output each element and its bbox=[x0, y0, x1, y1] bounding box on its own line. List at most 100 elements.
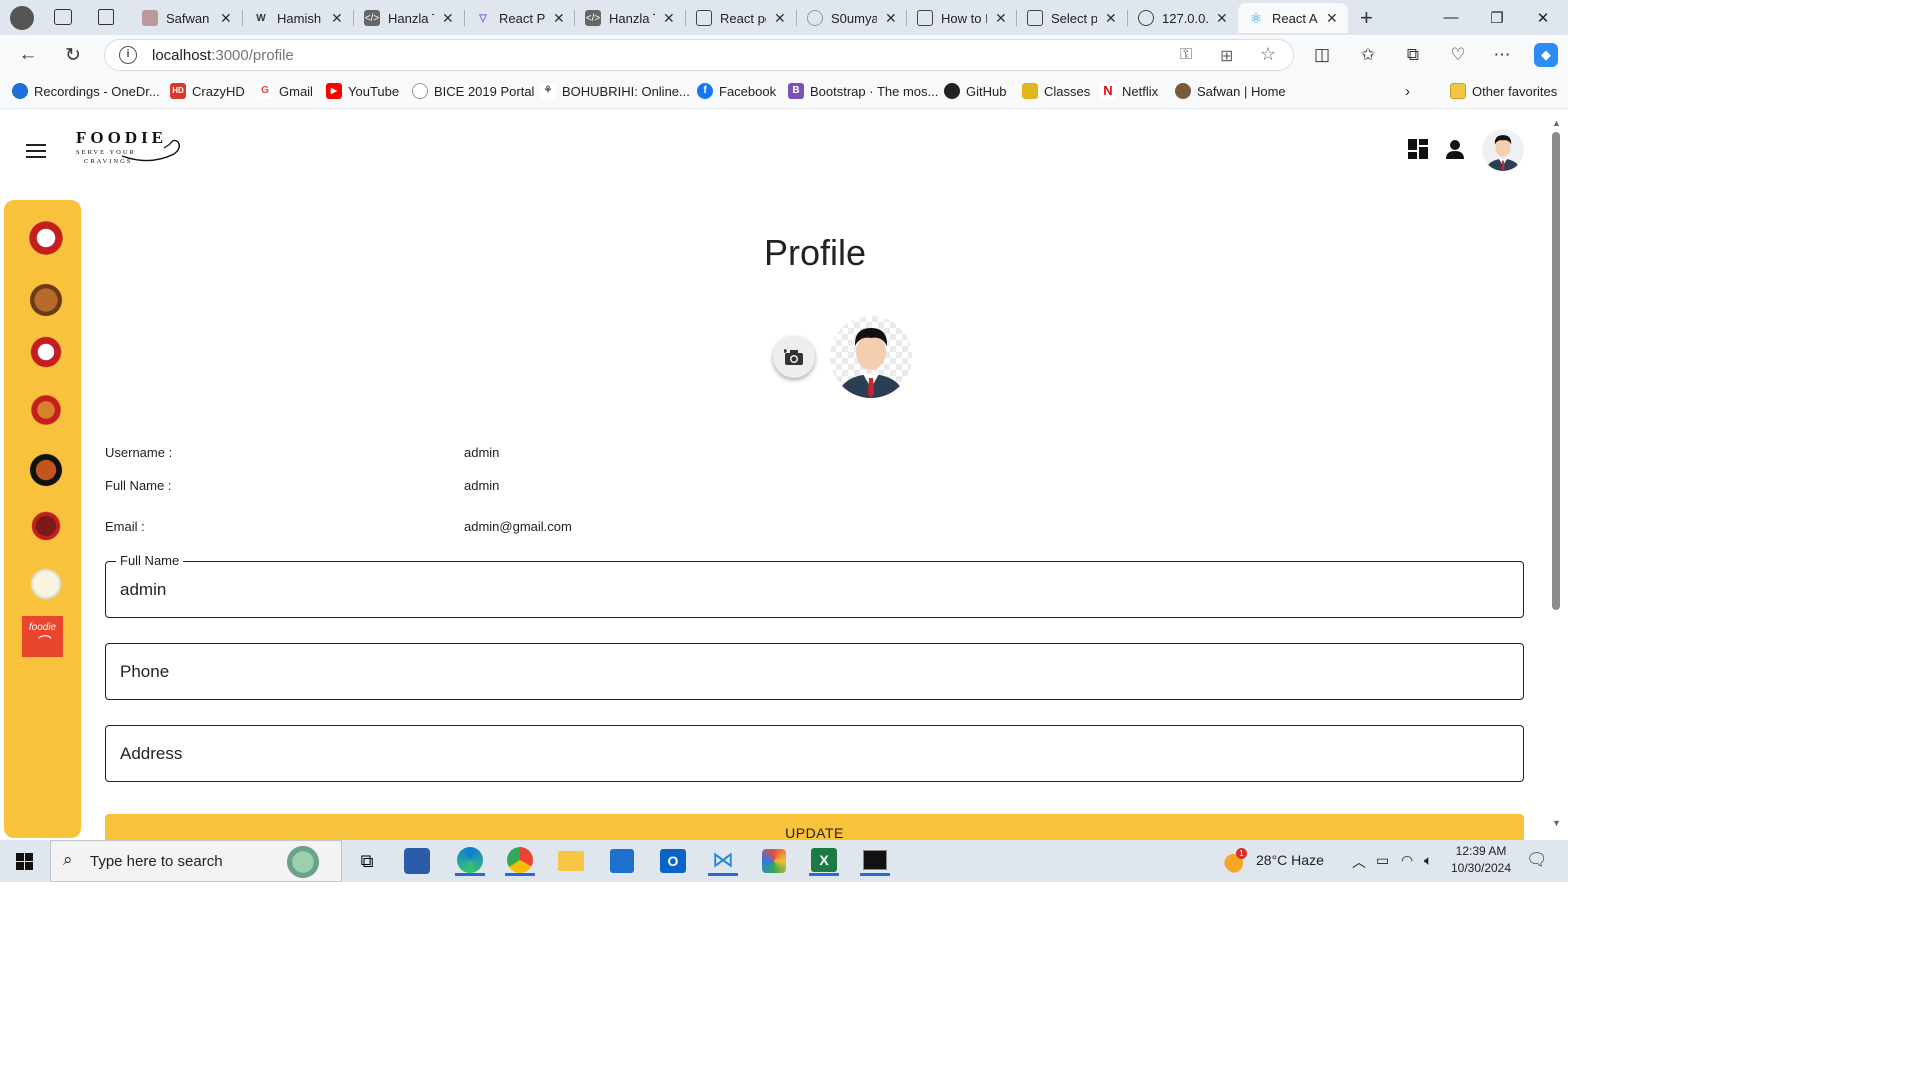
bookmark-classes[interactable]: Classes bbox=[1022, 83, 1090, 99]
system-clock[interactable]: 12:39 AM 10/30/2024 bbox=[1450, 844, 1512, 875]
tab-actions-icon[interactable] bbox=[98, 9, 114, 25]
full-name-field[interactable]: Full Name admin bbox=[105, 553, 1524, 618]
bookmark-bootstrap[interactable]: B Bootstrap · The mos... bbox=[788, 83, 938, 99]
chevron-right-icon[interactable]: › bbox=[1405, 83, 1410, 100]
change-photo-button[interactable] bbox=[773, 336, 815, 378]
close-icon[interactable]: ✕ bbox=[553, 10, 565, 27]
close-icon[interactable]: ✕ bbox=[1216, 10, 1228, 27]
foodie-badge[interactable]: foodie ⌒ bbox=[22, 616, 63, 657]
vscode-icon[interactable]: ⋈ bbox=[708, 846, 738, 876]
close-icon[interactable]: ✕ bbox=[331, 10, 343, 27]
tab-10-active[interactable]: ⚛React Ap✕ bbox=[1238, 3, 1348, 33]
address-field[interactable]: Address bbox=[105, 725, 1524, 782]
bookmark-bohubrihi[interactable]: ⚘ BOHUBRIHI: Online... bbox=[540, 83, 690, 99]
close-icon[interactable]: ✕ bbox=[220, 10, 232, 27]
tab-2[interactable]: </>Hanzla T✕ bbox=[354, 3, 454, 33]
app-icon-1[interactable] bbox=[404, 848, 430, 874]
terminal-icon[interactable] bbox=[860, 846, 890, 876]
browser-essentials-icon[interactable]: ♡ bbox=[1446, 43, 1470, 67]
address-input-placeholder[interactable]: Address bbox=[120, 744, 182, 764]
burger-icon[interactable] bbox=[26, 280, 66, 320]
scroll-down-icon[interactable]: ▼ bbox=[1552, 818, 1561, 828]
close-window-icon[interactable]: ✕ bbox=[1520, 0, 1566, 35]
chicken-box-icon[interactable] bbox=[26, 332, 66, 372]
back-icon[interactable]: ← bbox=[12, 39, 44, 71]
favorites-icon[interactable]: ✩ bbox=[1356, 43, 1380, 67]
site-info-icon[interactable]: i bbox=[119, 46, 137, 64]
restore-icon[interactable]: ❐ bbox=[1474, 0, 1520, 35]
workspaces-icon[interactable] bbox=[54, 9, 72, 25]
weather-text[interactable]: 28°C Haze bbox=[1256, 852, 1324, 868]
update-button[interactable]: UPDATE bbox=[105, 814, 1524, 840]
full-name-input-value[interactable]: admin bbox=[120, 580, 166, 600]
bookmark-netflix[interactable]: N Netflix bbox=[1100, 83, 1158, 99]
bookmark-onedrive[interactable]: Recordings - OneDr... bbox=[12, 83, 160, 99]
close-icon[interactable]: ✕ bbox=[663, 10, 675, 27]
key-icon[interactable]: ⚿ bbox=[1180, 46, 1192, 64]
page-scrollbar[interactable]: ▲ ▼ bbox=[1548, 110, 1568, 840]
new-tab-icon[interactable]: + bbox=[1360, 5, 1373, 31]
volume-icon[interactable]: 🔈︎ bbox=[1424, 852, 1432, 869]
bookmark-gmail[interactable]: G Gmail bbox=[257, 83, 313, 99]
hamburger-menu-icon[interactable] bbox=[26, 144, 46, 158]
bookmark-safwan[interactable]: Safwan | Home bbox=[1175, 83, 1286, 99]
split-screen-icon[interactable]: ◫ bbox=[1310, 43, 1334, 67]
close-icon[interactable]: ✕ bbox=[885, 10, 897, 27]
excel-icon[interactable]: X bbox=[809, 846, 839, 876]
tab-9[interactable]: 127.0.0.1✕ bbox=[1128, 3, 1228, 33]
foodie-logo[interactable]: FOODIE SERVE YOUR CRAVINGS bbox=[76, 128, 186, 170]
other-favorites[interactable]: Other favorites bbox=[1450, 83, 1557, 99]
url-text[interactable]: localhost:3000/profile bbox=[152, 47, 294, 64]
refresh-icon[interactable]: ↻ bbox=[57, 39, 89, 71]
copilot-icon[interactable]: ◆ bbox=[1534, 43, 1558, 67]
chevron-up-icon[interactable]: ︿ bbox=[1352, 852, 1366, 872]
close-icon[interactable]: ✕ bbox=[774, 10, 786, 27]
tab-4[interactable]: </>Hanzla T✕ bbox=[575, 3, 675, 33]
drink-cup-icon[interactable] bbox=[26, 506, 66, 546]
scrollbar-thumb[interactable] bbox=[1552, 132, 1560, 610]
taskbar-search[interactable]: ⌕ Type here to search bbox=[50, 840, 342, 882]
minimize-icon[interactable]: — bbox=[1428, 0, 1474, 35]
bookmark-youtube[interactable]: ▶ YouTube bbox=[326, 83, 399, 99]
rice-bowl-icon[interactable] bbox=[26, 450, 66, 490]
battery-icon[interactable]: ▭ bbox=[1376, 852, 1389, 869]
collections-icon[interactable]: ⧉ bbox=[1401, 43, 1425, 67]
dessert-bowl-icon[interactable] bbox=[26, 564, 66, 604]
tab-3[interactable]: ▽React Po✕ bbox=[465, 3, 565, 33]
address-bar[interactable]: i localhost:3000/profile ⚿ ⊞ ☆ bbox=[104, 39, 1294, 71]
close-icon[interactable]: ✕ bbox=[442, 10, 454, 27]
more-menu-icon[interactable]: ⋯ bbox=[1490, 43, 1514, 67]
phone-field[interactable]: Phone bbox=[105, 643, 1524, 700]
tab-5[interactable]: React po✕ bbox=[686, 3, 786, 33]
close-icon[interactable]: ✕ bbox=[1105, 10, 1117, 27]
apps-icon[interactable]: ⊞ bbox=[1220, 46, 1233, 66]
file-explorer-icon[interactable] bbox=[556, 846, 586, 876]
notifications-icon[interactable]: 🗨︎ bbox=[1526, 850, 1548, 870]
tab-0[interactable]: Safwan | ✕ bbox=[132, 3, 232, 33]
task-view-icon[interactable]: ⧉ bbox=[352, 846, 382, 876]
bookmark-facebook[interactable]: f Facebook bbox=[697, 83, 776, 99]
tab-8[interactable]: Select pr✕ bbox=[1017, 3, 1117, 33]
paint-icon[interactable] bbox=[759, 846, 789, 876]
tab-6[interactable]: S0umyaj ✕ bbox=[797, 3, 897, 33]
store-icon[interactable] bbox=[607, 846, 637, 876]
wifi-icon[interactable]: ◠ bbox=[1401, 852, 1413, 869]
user-icon[interactable] bbox=[1444, 138, 1466, 160]
bookmark-github[interactable]: GitHub bbox=[944, 83, 1006, 99]
bookmark-bice[interactable]: BICE 2019 Portal bbox=[412, 83, 534, 99]
close-icon[interactable]: ✕ bbox=[995, 10, 1007, 27]
bookmark-crazyhd[interactable]: HD CrazyHD bbox=[170, 83, 245, 99]
scroll-up-icon[interactable]: ▲ bbox=[1552, 118, 1561, 128]
chrome-icon[interactable] bbox=[505, 846, 535, 876]
outlook-icon[interactable]: O bbox=[658, 846, 688, 876]
profile-icon[interactable] bbox=[10, 6, 34, 30]
combo-meal-icon[interactable] bbox=[26, 390, 66, 430]
dashboard-icon[interactable] bbox=[1407, 138, 1429, 160]
header-avatar[interactable] bbox=[1482, 129, 1524, 171]
phone-input-placeholder[interactable]: Phone bbox=[120, 662, 169, 682]
tab-1[interactable]: WHamish \✕ bbox=[243, 3, 343, 33]
windows-start-icon[interactable] bbox=[16, 853, 33, 870]
edge-icon[interactable] bbox=[455, 846, 485, 876]
tab-7[interactable]: How to I ✕ bbox=[907, 3, 1007, 33]
close-icon[interactable]: ✕ bbox=[1326, 10, 1338, 27]
